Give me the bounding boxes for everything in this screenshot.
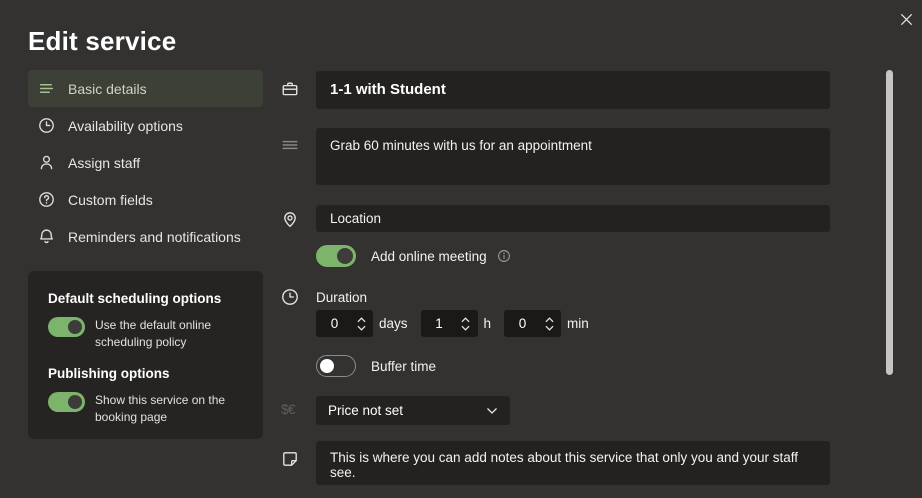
location-input[interactable]: Location xyxy=(316,205,830,232)
sidebar-item-availability-options[interactable]: Availability options xyxy=(28,107,263,144)
sidebar-item-label: Availability options xyxy=(68,118,183,134)
buffer-time-label: Buffer time xyxy=(371,359,436,374)
service-description-input[interactable]: Grab 60 minutes with us for an appointme… xyxy=(316,128,830,185)
default-scheduling-toggle-label: Use the default online scheduling policy xyxy=(95,317,233,351)
spinner-down-icon[interactable] xyxy=(357,325,366,331)
buffer-time-row: Buffer time xyxy=(316,355,436,377)
toggle-knob xyxy=(337,248,353,264)
sidebar-item-label: Basic details xyxy=(68,81,147,97)
sidebar-item-label: Custom fields xyxy=(68,192,153,208)
clock-icon xyxy=(38,117,55,134)
info-icon[interactable] xyxy=(497,249,511,263)
buffer-time-toggle[interactable] xyxy=(316,355,356,377)
location-pin-icon xyxy=(281,210,299,228)
publishing-toggle[interactable] xyxy=(48,392,85,412)
description-lines-icon xyxy=(281,136,299,154)
person-icon xyxy=(38,154,55,171)
publishing-toggle-row: Show this service on the booking page xyxy=(48,392,245,426)
note-icon xyxy=(281,450,299,468)
scheduling-options-box: Default scheduling options Use the defau… xyxy=(28,271,263,439)
duration-days-value[interactable]: 0 xyxy=(316,316,353,331)
question-circle-icon xyxy=(38,191,55,208)
page-title: Edit service xyxy=(28,26,176,57)
price-dropdown[interactable]: Price not set xyxy=(316,396,510,425)
duration-hours-value[interactable]: 1 xyxy=(421,316,458,331)
internal-notes-input[interactable]: This is where you can add notes about th… xyxy=(316,441,830,485)
duration-minutes-unit: min xyxy=(567,316,589,331)
toggle-knob xyxy=(68,320,82,334)
duration-hours-unit: h xyxy=(484,316,492,331)
sidebar-item-custom-fields[interactable]: Custom fields xyxy=(28,181,263,218)
toggle-knob xyxy=(68,395,82,409)
close-button[interactable] xyxy=(894,7,918,31)
duration-minutes-value[interactable]: 0 xyxy=(504,316,541,331)
price-dropdown-value: Price not set xyxy=(328,403,403,418)
sidebar-item-label: Reminders and notifications xyxy=(68,229,241,245)
spinner-down-icon[interactable] xyxy=(545,325,554,331)
spinner-up-icon[interactable] xyxy=(545,317,554,323)
add-online-meeting-toggle[interactable] xyxy=(316,245,356,267)
duration-days-unit: days xyxy=(379,316,408,331)
add-online-meeting-label: Add online meeting xyxy=(371,249,487,264)
default-scheduling-heading: Default scheduling options xyxy=(48,291,245,306)
currency-icon: $€ xyxy=(281,401,295,417)
service-name-input[interactable]: 1-1 with Student xyxy=(316,71,830,109)
default-scheduling-toggle[interactable] xyxy=(48,317,85,337)
duration-days-spinner[interactable]: 0 xyxy=(316,310,373,337)
publishing-toggle-label: Show this service on the booking page xyxy=(95,392,233,426)
spinner-up-icon[interactable] xyxy=(461,317,470,323)
sidebar-item-label: Assign staff xyxy=(68,155,140,171)
bell-icon xyxy=(38,228,55,245)
duration-label: Duration xyxy=(316,290,367,305)
sidebar-item-reminders-notifications[interactable]: Reminders and notifications xyxy=(28,218,263,255)
sidebar: Basic details Availability options Assig… xyxy=(28,70,263,255)
close-icon xyxy=(899,12,914,27)
briefcase-icon xyxy=(281,80,299,98)
toggle-knob xyxy=(320,359,334,373)
publishing-options-heading: Publishing options xyxy=(48,366,245,381)
duration-spinners: 0 days 1 h 0 min xyxy=(316,310,602,337)
scrollbar-thumb[interactable] xyxy=(886,70,893,375)
duration-minutes-spinner[interactable]: 0 xyxy=(504,310,561,337)
sidebar-item-basic-details[interactable]: Basic details xyxy=(28,70,263,107)
default-scheduling-toggle-row: Use the default online scheduling policy xyxy=(48,317,245,351)
sidebar-item-assign-staff[interactable]: Assign staff xyxy=(28,144,263,181)
spinner-down-icon[interactable] xyxy=(461,325,470,331)
chevron-down-icon xyxy=(486,407,498,415)
spinner-up-icon[interactable] xyxy=(357,317,366,323)
add-online-meeting-row: Add online meeting xyxy=(316,245,511,267)
basic-details-lines-icon xyxy=(38,80,55,97)
duration-clock-icon xyxy=(281,288,299,306)
duration-hours-spinner[interactable]: 1 xyxy=(421,310,478,337)
